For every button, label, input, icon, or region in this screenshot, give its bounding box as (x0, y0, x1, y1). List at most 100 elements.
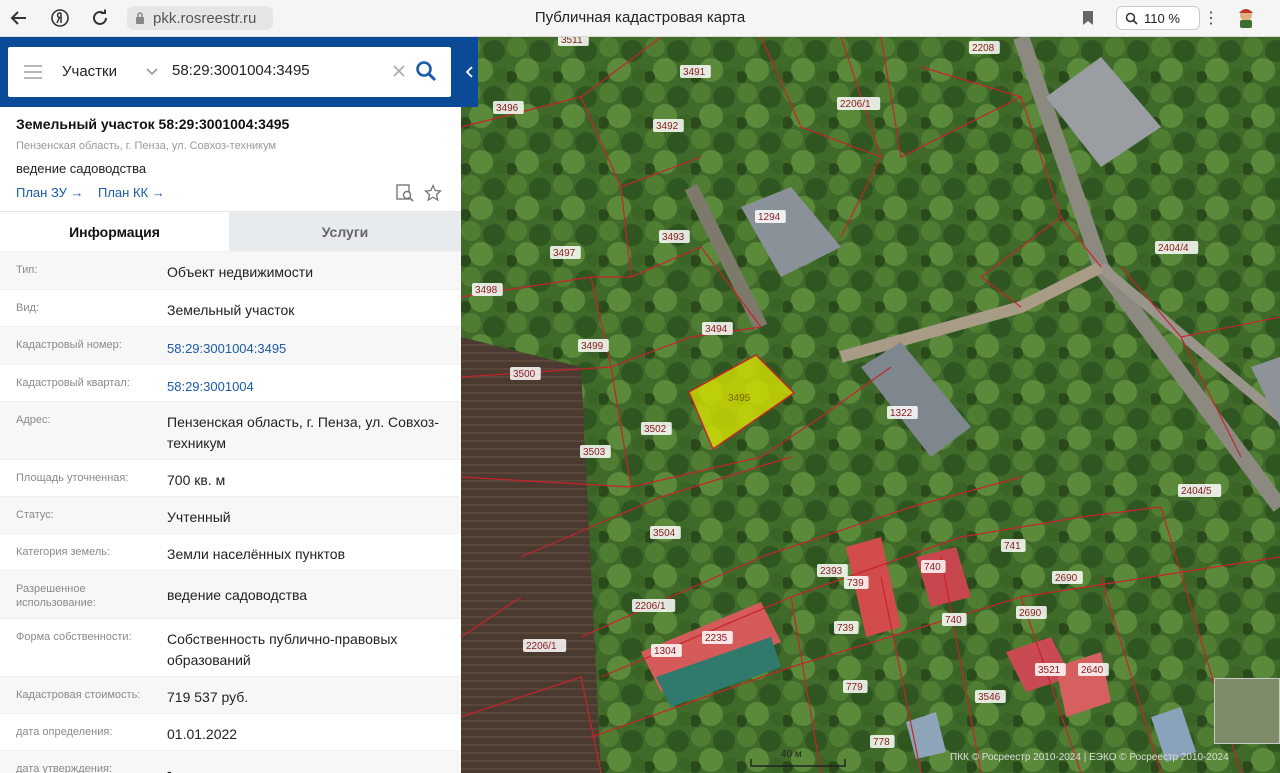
attr-label: Категория земель: (16, 546, 111, 558)
url-text: pkk.rosreestr.ru (153, 9, 257, 27)
attr-value: - (167, 763, 172, 773)
svg-text:2690: 2690 (1055, 573, 1078, 584)
attr-row-status: Статус: Учтенный (0, 496, 461, 533)
attr-label: Кадастровый номер: (16, 339, 122, 351)
parcel-label: 3504 (650, 526, 681, 539)
svg-text:3503: 3503 (583, 447, 606, 458)
zoom-level: 110 % (1144, 10, 1180, 26)
svg-text:3546: 3546 (978, 692, 1001, 703)
parcel-label: 2404/4 (1155, 241, 1199, 254)
satellite-map[interactable]: 3511 3491 2208 3496 3492 2206/1 3497 3493 1294 24… (461, 37, 1280, 773)
lock-icon (136, 12, 144, 24)
parcel-label: 740 (942, 613, 967, 626)
zoom-indicator[interactable]: 110 % (1116, 6, 1200, 30)
more-menu-icon[interactable]: ⋮ (1203, 8, 1219, 28)
attr-row-ownership: Форма собственности: Собственность публич… (0, 618, 461, 676)
cadastral-number-link[interactable]: 58:29:3001004:3495 (167, 338, 447, 359)
svg-text:2404/4: 2404/4 (1158, 243, 1189, 254)
bookmark-icon[interactable] (1082, 10, 1094, 26)
svg-text:739: 739 (837, 623, 854, 634)
object-address: Пензенская область, г. Пенза, ул. Совхоз… (16, 140, 277, 152)
attr-row-address: Адрес: Пензенская область, г. Пенза, ул. … (0, 401, 461, 459)
tab-services[interactable]: Услуги (229, 212, 461, 252)
parcel-label: 2206/1 (837, 97, 881, 110)
attr-label: Адрес: (16, 414, 51, 426)
plan-zu-link[interactable]: План ЗУ → (16, 185, 84, 200)
attr-label: Статус: (16, 509, 54, 521)
back-arrow-icon[interactable] (7, 6, 31, 30)
parcel-label: 3503 (580, 445, 611, 458)
parcel-label: 2690 (1016, 606, 1047, 619)
object-use: ведение садоводства (16, 161, 147, 176)
svg-text:1294: 1294 (758, 212, 781, 223)
svg-text:740: 740 (924, 562, 941, 573)
zoom-to-object-icon[interactable] (396, 184, 414, 202)
search-bar: Участки 58:29:3001004:3495 (0, 37, 461, 107)
tabs: Информация Услуги (0, 211, 461, 252)
svg-text:741: 741 (1004, 541, 1021, 552)
object-title: Земельный участок 58:29:3001004:3495 (16, 116, 290, 132)
star-icon[interactable] (424, 184, 442, 202)
svg-text:2640: 2640 (1081, 665, 1104, 676)
parcel-label: 3493 (659, 230, 690, 243)
menu-icon[interactable] (24, 65, 42, 79)
attr-value: Пензенская область, г. Пенза, ул. Совхоз… (167, 414, 439, 451)
parcel-label: 1304 (651, 644, 682, 657)
svg-text:2206/1: 2206/1 (635, 601, 666, 612)
plan-kk-link[interactable]: План КК → (98, 185, 165, 200)
parcel-label: 740 (921, 560, 946, 573)
tab-info[interactable]: Информация (0, 212, 229, 252)
browser-toolbar: pkk.rosreestr.ru Публичная кадастровая к… (0, 0, 1280, 37)
attr-row-quarter: Кадастровый квартал: 58:29:3001004 (0, 364, 461, 401)
category-select[interactable]: Участки (62, 63, 117, 80)
search-input[interactable]: 58:29:3001004:3495 (172, 62, 310, 79)
svg-text:3504: 3504 (653, 528, 676, 539)
extension-avatar-icon[interactable] (1236, 7, 1256, 29)
svg-text:2690: 2690 (1019, 608, 1042, 619)
svg-text:3497: 3497 (553, 248, 576, 259)
scale-label: 40 м (781, 749, 802, 760)
cadastral-quarter-link[interactable]: 58:29:3001004 (167, 376, 447, 397)
svg-text:740: 740 (945, 615, 962, 626)
collapse-panel-button[interactable] (461, 37, 478, 107)
parcel-label: 3500 (510, 367, 541, 380)
svg-text:3498: 3498 (475, 285, 498, 296)
search-icon[interactable] (415, 60, 437, 82)
parcel-label: 3492 (653, 119, 684, 132)
svg-text:3496: 3496 (496, 103, 519, 114)
svg-text:3491: 3491 (683, 67, 706, 78)
parcel-label: 2235 (702, 631, 733, 644)
attr-label: дата определения: (16, 726, 113, 738)
chevron-left-icon (465, 66, 473, 78)
parcel-label: 3511 (558, 37, 589, 46)
overview-minimap[interactable] (1214, 678, 1280, 744)
svg-text:2393: 2393 (820, 566, 843, 577)
map-canvas[interactable]: 3511 3491 2208 3496 3492 2206/1 3497 3493 1294 24… (461, 37, 1280, 773)
attr-row-category: Категория земель: Земли населённых пункто… (0, 533, 461, 570)
parcel-label: 2393 (817, 564, 848, 577)
yandex-logo-icon[interactable] (48, 6, 72, 30)
chevron-down-icon[interactable] (145, 64, 159, 78)
reload-icon[interactable] (88, 6, 112, 30)
parcel-label: 3499 (578, 339, 609, 352)
svg-text:2206/1: 2206/1 (840, 99, 871, 110)
parcel-label: 3502 (641, 422, 672, 435)
address-bar[interactable]: pkk.rosreestr.ru (127, 6, 273, 30)
attr-label: дата утверждения: (16, 763, 113, 773)
attr-row-kind: Вид: Земельный участок (0, 289, 461, 326)
svg-text:3499: 3499 (581, 341, 604, 352)
magnifier-icon (1125, 12, 1138, 25)
attr-label: Кадастровый квартал: (16, 377, 130, 389)
info-panel: Участки 58:29:3001004:3495 Земельный уча… (0, 37, 461, 773)
clear-icon[interactable] (392, 64, 406, 78)
attr-label: Форма собственности: (16, 631, 132, 643)
attr-value: Земли населённых пунктов (167, 546, 346, 562)
attr-value: Земельный участок (167, 302, 295, 318)
attributes-table: Тип: Объект недвижимости Вид: Земельный уч… (0, 251, 461, 773)
attr-label: Площадь уточненная: (16, 472, 129, 484)
parcel-label: 3546 (975, 690, 1006, 703)
parcel-label: 741 (1001, 539, 1026, 552)
svg-text:3493: 3493 (662, 232, 685, 243)
attr-value: Собственность публично-правовых образова… (167, 631, 398, 668)
svg-text:3492: 3492 (656, 121, 679, 132)
